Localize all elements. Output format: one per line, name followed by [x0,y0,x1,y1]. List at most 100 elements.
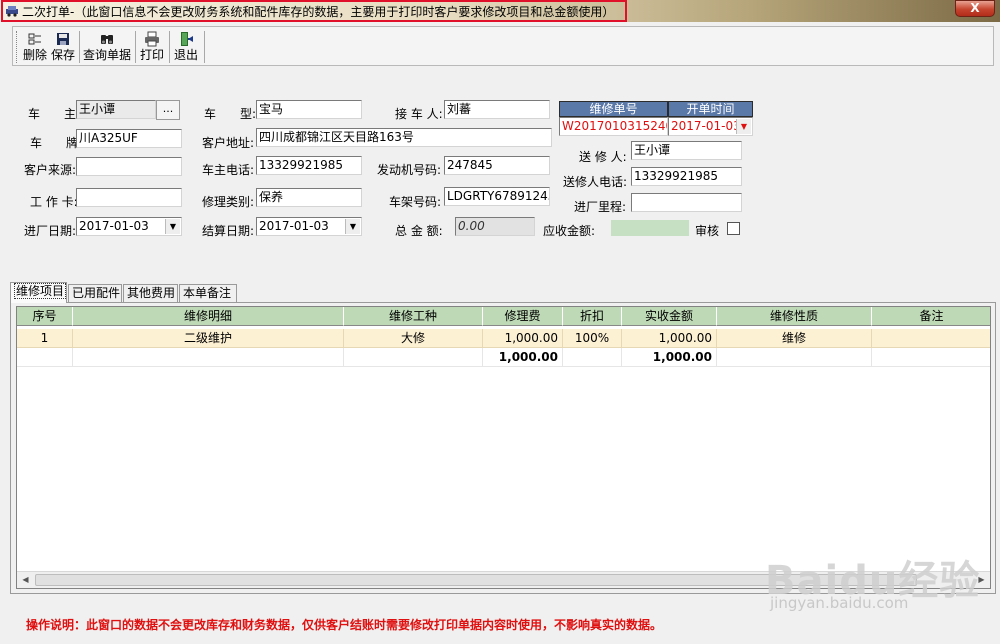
column-header[interactable]: 实收金额 [622,307,717,326]
column-header[interactable]: 维修性质 [717,307,872,326]
sender-label: 送 修 人: [579,150,627,164]
tab-order-notes[interactable]: 本单备注 [179,284,237,302]
total-cell-empty [563,348,622,367]
cell-fee[interactable]: 1,000.00 [483,329,563,348]
owner-field[interactable]: 王小谭 [76,100,156,119]
car-type-field[interactable]: 宝马 [256,100,362,119]
tab-label: 维修项目 [14,283,67,299]
owner-phone-field[interactable]: 13329921985 [256,156,362,175]
delete-icon [28,33,41,45]
sender-field[interactable]: 王小谭 [631,141,742,160]
scroll-left-icon[interactable]: ◀ [17,572,34,588]
column-header[interactable]: 序号 [17,307,73,326]
operation-note: 操作说明：此窗口的数据不会更改库存和财务数据，仅供客户结账时需要修改打印单据内容… [26,618,663,632]
close-button[interactable]: X [955,0,995,17]
table-row[interactable]: 1 二级维护 大修 1,000.00 100% 1,000.00 维修 [17,329,990,348]
print-label: 打印 [139,48,164,62]
audit-label: 审核 [695,224,720,238]
column-header[interactable]: 维修工种 [344,307,483,326]
binoculars-icon [101,35,113,44]
total-cell-empty [73,348,344,367]
in-date-label: 进厂日期: [24,224,77,238]
cell-trade[interactable]: 大修 [344,329,483,348]
frame-no-field[interactable]: LDGRTY678912457 [444,187,550,206]
receiver-field[interactable]: 刘蕃 [444,100,550,119]
plate-field[interactable]: 川A325UF [76,129,182,148]
open-time-picker[interactable]: 2017-01-03 ▼ [668,117,753,136]
cell-no[interactable]: 1 [17,329,73,348]
watermark-url: jingyan.baidu.com [770,594,909,612]
dropdown-arrow-icon[interactable]: ▼ [165,219,180,234]
cell-actual[interactable]: 1,000.00 [622,329,717,348]
sender-phone-label: 送修人电话: [563,175,628,189]
cell-detail[interactable]: 二级维护 [73,329,344,348]
in-date-value: 2017-01-03 [79,219,149,233]
settle-date-label: 结算日期: [202,224,255,238]
engine-no-field[interactable]: 247845 [444,156,550,175]
total-amount-field: 0.00 [455,217,535,236]
open-time-header: 开单时间 [668,101,753,117]
address-field[interactable]: 四川成都锦江区天目路163号 [256,128,552,147]
tab-other-fees[interactable]: 其他费用 [123,284,178,302]
column-header[interactable]: 备注 [872,307,990,326]
total-cell-empty [17,348,73,367]
column-header[interactable]: 折扣 [563,307,622,326]
tab-used-parts[interactable]: 已用配件 [68,284,122,302]
total-actual: 1,000.00 [622,348,717,367]
delete-label: 删除 [22,48,47,62]
save-label: 保存 [50,48,75,62]
cell-nature[interactable]: 维修 [717,329,872,348]
query-button[interactable]: 查询单据 [82,29,132,65]
repair-items-grid: 序号 维修明细 维修工种 修理费 折扣 实收金额 维修性质 备注 1 二级维护 … [16,306,991,589]
owner-browse-button[interactable]: ... [156,100,180,120]
toolbar-separator [79,31,80,63]
receivable-label: 应收金额: [543,224,596,238]
plate-label: 车 牌: [30,136,83,150]
work-card-label: 工 作 卡: [30,195,78,209]
source-field[interactable] [76,157,182,176]
print-button[interactable]: 打印 [138,29,166,65]
total-cell-empty [717,348,872,367]
title-bar: 二次打单-（此窗口信息不会更改财务系统和配件库存的数据，主要用于打印时客户要求修… [0,0,1000,22]
owner-phone-label: 车主电话: [202,163,255,177]
column-header[interactable]: 修理费 [483,307,563,326]
cell-discount[interactable]: 100% [563,329,622,348]
frame-no-label: 车架号码: [389,195,442,209]
address-label: 客户地址: [202,136,255,150]
order-no-field[interactable]: W20170103152400 [559,117,668,136]
settle-date-picker[interactable]: 2017-01-03 ▼ [256,217,362,236]
exit-door-icon [181,32,193,46]
total-cell-empty [344,348,483,367]
dropdown-arrow-icon[interactable]: ▼ [736,119,751,134]
work-card-field[interactable] [76,188,182,207]
dropdown-arrow-icon[interactable]: ▼ [345,219,360,234]
repair-type-field[interactable]: 保养 [256,188,362,207]
sender-phone-field[interactable]: 13329921985 [631,167,742,186]
toolbar: 删除 保存 查询单据 打印 退出 [12,26,994,66]
column-header[interactable]: 维修明细 [73,307,344,326]
open-time-value: 2017-01-03 [671,119,741,133]
save-icon [57,33,69,45]
delete-button[interactable]: 删除 [21,29,49,65]
save-button[interactable]: 保存 [49,29,77,65]
totals-row: 1,000.00 1,000.00 [17,348,990,367]
audit-checkbox[interactable] [727,222,740,235]
total-fee: 1,000.00 [483,348,563,367]
settle-date-value: 2017-01-03 [259,219,329,233]
engine-no-label: 发动机号码: [377,163,442,177]
toolbar-grip[interactable] [16,31,19,63]
cell-remark[interactable] [872,329,990,348]
in-date-picker[interactable]: 2017-01-03 ▼ [76,217,182,236]
receivable-field[interactable] [611,220,689,236]
car-type-label: 车 型: [204,107,257,121]
title-highlight-box [1,0,627,22]
tab-repair-items[interactable]: 维修项目 [10,282,67,303]
total-amount-label: 总 金 额: [395,224,443,238]
mileage-field[interactable] [631,193,742,212]
owner-label: 车 主: [28,107,81,121]
source-label: 客户来源: [24,163,77,177]
total-cell-empty [872,348,990,367]
repair-type-label: 修理类别: [202,195,255,209]
exit-button[interactable]: 退出 [172,29,200,65]
grid-header-row: 序号 维修明细 维修工种 修理费 折扣 实收金额 维修性质 备注 [17,307,990,326]
